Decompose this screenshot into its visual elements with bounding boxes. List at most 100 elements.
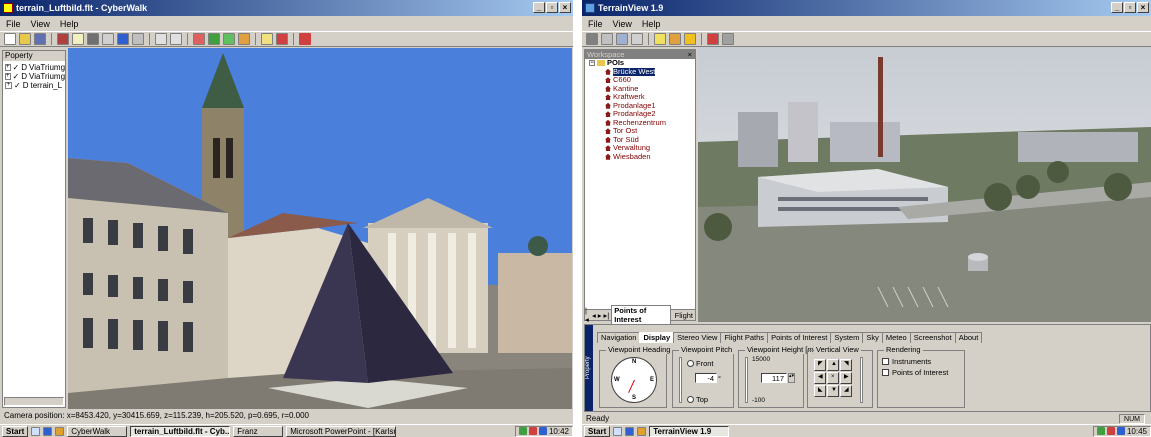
taskbar-button-franz[interactable]: Franz — [233, 425, 284, 437]
nav-right-icon[interactable]: ▶ — [840, 372, 852, 384]
vertical-slider[interactable] — [860, 357, 863, 403]
tree-item[interactable]: + ✓ D terrain_L — [5, 81, 65, 90]
walk-icon[interactable] — [102, 33, 114, 45]
tray-icon[interactable] — [518, 427, 527, 435]
nav-upright-icon[interactable]: ◥ — [840, 359, 852, 371]
scroll-prev-icon[interactable]: ◂ — [592, 311, 596, 320]
checkmark-icon[interactable]: ✓ — [13, 72, 20, 81]
tree-item[interactable]: + ✓ D ViaTriumg — [5, 63, 65, 72]
expand-icon[interactable]: + — [5, 64, 11, 71]
minimize-button[interactable]: _ — [1111, 2, 1123, 13]
poi-item[interactable]: Tor Ost — [585, 126, 695, 136]
browser-icon[interactable] — [625, 426, 635, 436]
close-button[interactable]: × — [1137, 2, 1149, 13]
nav-down-icon[interactable]: ▼ — [827, 385, 839, 397]
nav-center-button[interactable]: × — [827, 372, 839, 384]
tray-icon[interactable] — [538, 427, 547, 435]
pitch-top-radio[interactable]: Top — [687, 395, 708, 404]
explorer-icon[interactable] — [55, 426, 65, 436]
nav-upleft-icon[interactable]: ◤ — [814, 359, 826, 371]
tab-flight-paths[interactable]: Flight Paths — [720, 332, 769, 343]
menu-view[interactable]: View — [613, 17, 632, 31]
tab-system[interactable]: System — [830, 332, 864, 343]
taskbar-button-powerpoint[interactable]: Microsoft PowerPoint - [Karlsru... — [286, 425, 397, 437]
height-spinner[interactable]: ▴▾ — [788, 373, 795, 383]
tab-points-of-interest[interactable]: Points of Interest — [611, 305, 671, 325]
3d-city-viewport[interactable] — [68, 48, 572, 409]
close-button[interactable]: × — [559, 2, 571, 13]
copy-icon[interactable] — [616, 33, 628, 45]
start-button[interactable]: Start — [2, 425, 29, 437]
tab-about[interactable]: About — [954, 332, 983, 343]
star-icon[interactable] — [684, 33, 696, 45]
tab-display[interactable]: Display — [639, 332, 675, 343]
maximize-button[interactable]: ▫ — [546, 2, 558, 13]
pitch-slider[interactable] — [679, 357, 682, 403]
tray-icon[interactable] — [1116, 427, 1125, 435]
light-icon[interactable] — [654, 33, 666, 45]
crosshair-icon[interactable] — [722, 33, 734, 45]
scroll-next-icon[interactable]: ▸ — [598, 311, 602, 320]
move-icon[interactable] — [208, 33, 220, 45]
maximize-button[interactable]: ▫ — [1124, 2, 1136, 13]
minimize-button[interactable]: _ — [533, 2, 545, 13]
tab-screenshot[interactable]: Screenshot — [909, 332, 956, 343]
play-icon[interactable] — [707, 33, 719, 45]
desktop-icon[interactable] — [613, 426, 623, 436]
menu-view[interactable]: View — [31, 17, 50, 31]
poi-checkbox[interactable]: Points of Interest — [882, 368, 948, 377]
expand-icon[interactable]: + — [5, 82, 12, 89]
tab-points-of-interest[interactable]: Points of Interest — [767, 332, 832, 343]
terrain-icon[interactable] — [87, 33, 99, 45]
checkmark-icon[interactable]: ✓ — [14, 81, 21, 90]
fly-icon[interactable] — [193, 33, 205, 45]
explorer-icon[interactable] — [637, 426, 647, 436]
pitch-front-radio[interactable]: Front — [687, 359, 714, 368]
gear-icon[interactable] — [631, 33, 643, 45]
checkmark-icon[interactable]: ✓ — [13, 63, 20, 72]
collapse-icon[interactable]: − — [589, 60, 595, 67]
menu-help[interactable]: Help — [642, 17, 661, 31]
tree-item[interactable]: + ✓ D ViaTriumg — [5, 72, 65, 81]
desktop-icon[interactable] — [31, 426, 41, 436]
taskbar-button-cyberwalk[interactable]: CyberWalk — [67, 425, 128, 437]
tab-stereo-view[interactable]: Stereo View — [673, 332, 722, 343]
height-value-input[interactable]: 117 — [761, 373, 787, 383]
sun-icon[interactable] — [669, 33, 681, 45]
browser-icon[interactable] — [43, 426, 53, 436]
color-icon[interactable] — [117, 33, 129, 45]
split-icon[interactable] — [276, 33, 288, 45]
menu-help[interactable]: Help — [60, 17, 79, 31]
poi-item[interactable]: C660 — [585, 75, 695, 85]
rotate-icon[interactable] — [223, 33, 235, 45]
tab-sky[interactable]: Sky — [862, 332, 883, 343]
record-icon[interactable] — [299, 33, 311, 45]
light-bulb-icon[interactable] — [72, 33, 84, 45]
tray-icon[interactable] — [528, 427, 537, 435]
pitch-value-input[interactable]: -4 — [695, 373, 717, 383]
compass-dial[interactable]: N S W E — [611, 357, 657, 403]
tray-icon[interactable] — [1096, 427, 1105, 435]
close-icon[interactable]: × — [688, 50, 692, 59]
scroll-right-icon[interactable]: ▸| — [604, 311, 610, 320]
tray-icon[interactable] — [1106, 427, 1115, 435]
tab-flight[interactable]: Flight — [673, 311, 695, 320]
expand-icon[interactable]: + — [5, 73, 11, 80]
menu-file[interactable]: File — [6, 17, 21, 31]
camera-icon[interactable] — [170, 33, 182, 45]
settings-icon[interactable] — [155, 33, 167, 45]
poi-item[interactable]: Brücke West — [585, 67, 695, 76]
3d-aerial-viewport[interactable] — [698, 47, 1151, 322]
horizontal-scrollbar[interactable] — [4, 397, 64, 406]
window-icon[interactable] — [601, 33, 613, 45]
scroll-left-icon[interactable]: |◂ — [585, 306, 590, 324]
layout-icon[interactable] — [261, 33, 273, 45]
taskbar-button-terrain-file[interactable]: terrain_Luftbild.flt - Cyb... — [130, 425, 231, 437]
tab-meteo[interactable]: Meteo — [881, 332, 911, 343]
grid-icon[interactable] — [57, 33, 69, 45]
open-folder-icon[interactable] — [19, 33, 31, 45]
zoom-icon[interactable] — [238, 33, 250, 45]
nav-downleft-icon[interactable]: ◣ — [814, 385, 826, 397]
table-icon[interactable] — [132, 33, 144, 45]
tab-navigation[interactable]: Navigation — [597, 332, 641, 343]
